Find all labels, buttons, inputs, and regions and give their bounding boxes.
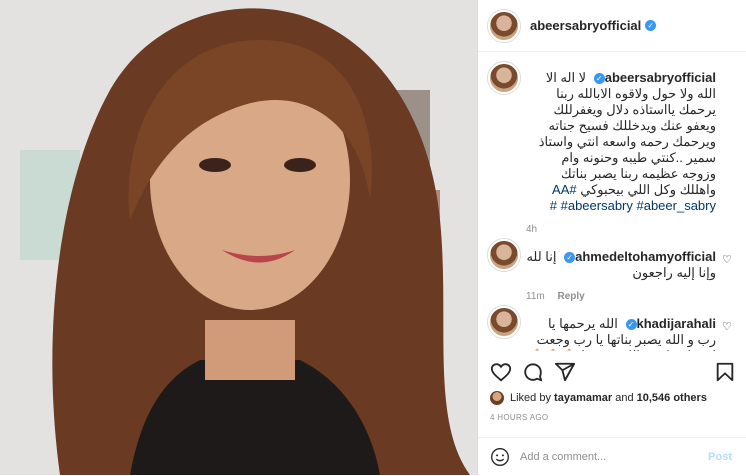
comment-input[interactable]: Add a comment... bbox=[520, 451, 708, 463]
comment-like-heart-icon[interactable]: ♡ bbox=[722, 253, 732, 266]
verified-icon: ✓ bbox=[645, 20, 657, 31]
comment-username[interactable]: khadijarahali bbox=[637, 316, 716, 331]
avatar[interactable] bbox=[488, 306, 520, 338]
post-comment-button[interactable]: Post bbox=[708, 451, 732, 463]
caption-username[interactable]: abeersabryofficial bbox=[605, 70, 716, 85]
verified-icon: ✓ bbox=[593, 73, 605, 84]
caption: abeersabryofficial✓ لا اله الا الله ولا … bbox=[478, 58, 746, 235]
comment-username[interactable]: ahmedeltohamyofficial bbox=[575, 249, 716, 264]
avatar[interactable] bbox=[488, 62, 520, 94]
likes-prefix: Liked by bbox=[510, 392, 551, 404]
heart-icon[interactable] bbox=[490, 361, 512, 383]
caption-body: لا اله الا الله ولا حول ولاقوه الابالله … bbox=[538, 70, 716, 197]
avatar[interactable] bbox=[488, 9, 520, 42]
likes-user[interactable]: tayamamar bbox=[554, 392, 612, 404]
verified-icon: ✓ bbox=[625, 319, 637, 330]
emoji-icon[interactable] bbox=[490, 447, 510, 467]
action-bar bbox=[478, 357, 746, 387]
portrait-illustration bbox=[0, 0, 477, 475]
comment-text: ahmedeltohamyofficial✓ إنا لله وإنا إليه… bbox=[526, 249, 716, 281]
caption-time: 4h bbox=[526, 224, 538, 235]
comment-item: ahmedeltohamyofficial✓ إنا لله وإنا إليه… bbox=[478, 235, 746, 302]
likes-count[interactable]: 10,546 others bbox=[637, 392, 707, 404]
post-panel: abeersabryofficial ✓ abeersabryofficial✓… bbox=[477, 0, 746, 475]
add-comment-bar: Add a comment... Post bbox=[478, 437, 746, 476]
bookmark-icon[interactable] bbox=[714, 361, 736, 383]
avatar[interactable] bbox=[488, 239, 520, 271]
caption-text: abeersabryofficial✓ لا اله الا الله ولا … bbox=[526, 70, 716, 214]
comment-text: khadijarahali✓ الله يرحمها يا رب و الله … bbox=[526, 316, 716, 351]
comment-icon[interactable] bbox=[522, 361, 544, 383]
post-timestamp[interactable]: 4 HOURS AGO bbox=[490, 413, 548, 422]
reply-button[interactable]: Reply bbox=[558, 291, 585, 302]
share-icon[interactable] bbox=[554, 361, 576, 383]
likes-and: and bbox=[615, 392, 634, 404]
comment-like-heart-icon[interactable]: ♡ bbox=[722, 320, 732, 333]
header-username[interactable]: abeersabryofficial bbox=[530, 18, 641, 33]
comment-meta: 11m Reply bbox=[526, 291, 716, 302]
post-image[interactable] bbox=[0, 0, 477, 475]
comments-list[interactable]: abeersabryofficial✓ لا اله الا الله ولا … bbox=[478, 58, 746, 351]
likes-line: Liked by tayamamar and 10,546 others bbox=[490, 391, 707, 405]
comment-item: khadijarahali✓ الله يرحمها يا رب و الله … bbox=[478, 302, 746, 351]
liker-avatar[interactable] bbox=[490, 391, 504, 405]
comment-time: 11m bbox=[526, 291, 545, 302]
verified-icon: ✓ bbox=[564, 252, 576, 263]
post-header: abeersabryofficial ✓ bbox=[478, 0, 746, 52]
